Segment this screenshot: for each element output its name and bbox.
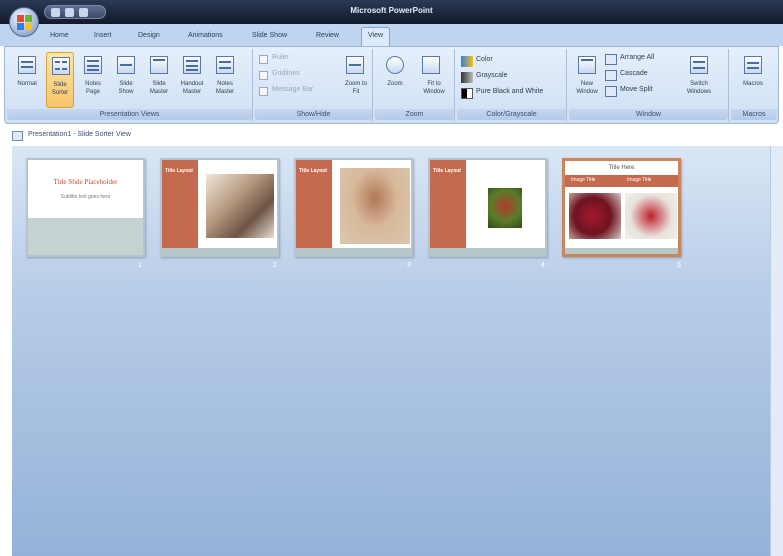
handout-master-icon [183,56,201,74]
slide-4-accent-panel: Title Layout [430,160,466,248]
slide-5-header-band: Image Title Image Title [565,175,678,187]
slide-4-photo [488,188,522,228]
slide-thumbnail-2[interactable]: Title Layout [160,158,279,257]
slide-number-1: 1 [138,262,142,269]
gridlines-check[interactable] [259,71,268,80]
slide-2-accent-panel: Title Layout [162,160,198,248]
grayscale-swatch-icon [461,72,473,83]
notes-master-button[interactable]: Notes Master [211,52,239,108]
normal-view-button[interactable]: Normal [13,52,41,108]
slide-number-3: 3 [407,262,411,269]
slide-2-photo [206,174,274,238]
tab-slide-show[interactable]: Slide Show [252,32,287,39]
notes-page-icon [84,56,102,74]
slide-sorter-icon [52,57,70,75]
slide-5-left-photo [569,193,621,239]
ribbon: Normal Slide Sorter Notes Page Slide Sho… [4,46,779,124]
slide-3-accent-panel: Title Layout [296,160,332,248]
slide-3-title: Title Layout [299,168,327,174]
slide-3-photo [340,168,410,244]
group-label-show-hide: Show/Hide [255,109,372,120]
zoom-to-fit-icon [346,56,364,74]
group-color-grayscale: Color Grayscale Pure Black and White Col… [457,49,567,121]
slide-show-icon [117,56,135,74]
magnifier-icon [386,56,404,74]
ribbon-tab-bar: Home Insert Design Animations Slide Show… [0,24,783,46]
color-swatch-icon [461,56,473,67]
slide-thumbnail-4[interactable]: Title Layout [428,158,547,257]
slide-2-footer [162,248,277,255]
slide-thumbnail-5[interactable]: Title Here Image Title Image Title [562,158,681,257]
office-button[interactable] [9,7,39,37]
tab-home[interactable]: Home [50,32,69,39]
group-zoom: Zoom Fit to Window Zoom [375,49,455,121]
move-split-icon [605,86,617,97]
cascade-icon [605,70,617,81]
tab-insert[interactable]: Insert [94,32,112,39]
slide-5-footer [565,248,678,254]
view-breadcrumb: Presentation1 - Slide Sorter View [4,126,779,146]
handout-master-button[interactable]: Handout Master [178,52,206,108]
slide-1-title: Title Slide Placeholder [53,178,118,186]
fit-to-window-icon [422,56,440,74]
tab-animations[interactable]: Animations [188,32,223,39]
arrange-all-icon [605,54,617,65]
slide-3-footer [296,248,411,255]
slide-number-4: 4 [541,262,545,269]
group-macros: Macros Macros [731,49,777,121]
group-label-zoom: Zoom [375,109,454,120]
slide-5-title: Title Here [608,165,635,171]
new-window-button[interactable]: New Window [573,52,601,108]
presentation-icon [12,131,23,141]
slide-2-title: Title Layout [165,168,193,174]
group-label-macros: Macros [731,109,777,120]
message-bar-check[interactable] [259,87,268,96]
tab-view[interactable]: View [361,27,391,46]
tab-review[interactable]: Review [316,32,339,39]
slide-1-subtitle: Subtitle text goes here [60,194,111,200]
title-bar: Microsoft PowerPoint [0,0,783,24]
notes-master-icon [216,56,234,74]
slide-master-icon [150,56,168,74]
zoom-button[interactable]: Zoom [381,52,409,108]
fit-to-window-button[interactable]: Fit to Window [417,52,451,108]
black-white-swatch-icon [461,88,473,99]
zoom-to-fit-button[interactable]: Zoom to Fit [341,52,371,108]
slide-4-title: Title Layout [433,168,461,174]
group-presentation-views: Normal Slide Sorter Notes Page Slide Sho… [7,49,253,121]
office-logo-icon [17,15,33,31]
normal-view-icon [18,56,36,74]
slide-thumbnail-1[interactable]: Title Slide Placeholder Subtitle text go… [26,158,145,257]
group-window: New Window Arrange All Cascade Move Spli… [569,49,729,121]
slide-5-left-caption: Image Title [571,177,596,183]
window-title: Microsoft PowerPoint [350,6,433,15]
group-label-presentation-views: Presentation Views [7,109,252,120]
group-label-color-grayscale: Color/Grayscale [457,109,566,120]
group-label-window: Window [569,109,728,120]
vertical-scrollbar[interactable] [770,146,783,556]
switch-windows-button[interactable]: Switch Windows [679,52,719,108]
ruler-check[interactable] [259,55,268,64]
macros-button[interactable]: Macros [739,52,767,108]
macros-icon [744,56,762,74]
notes-page-button[interactable]: Notes Page [79,52,107,108]
slide-show-button[interactable]: Slide Show [112,52,140,108]
slide-5-right-photo [625,193,677,239]
new-window-icon [578,56,596,74]
switch-windows-icon [690,56,708,74]
slide-sorter-view-button[interactable]: Slide Sorter [46,52,74,108]
slide-5-right-caption: Image Title [627,177,652,183]
slide-4-footer [430,248,545,255]
slide-number-2: 2 [273,262,277,269]
slide-master-button[interactable]: Slide Master [145,52,173,108]
slide-1-band [28,218,143,255]
slide-sorter-area[interactable]: Title Slide Placeholder Subtitle text go… [12,146,783,556]
group-show-hide: Ruler Gridlines Message Bar Zoom to Fit … [255,49,373,121]
slide-thumbnail-3[interactable]: Title Layout [294,158,413,257]
slide-number-5: 5 [677,262,681,269]
tab-design[interactable]: Design [138,32,160,39]
